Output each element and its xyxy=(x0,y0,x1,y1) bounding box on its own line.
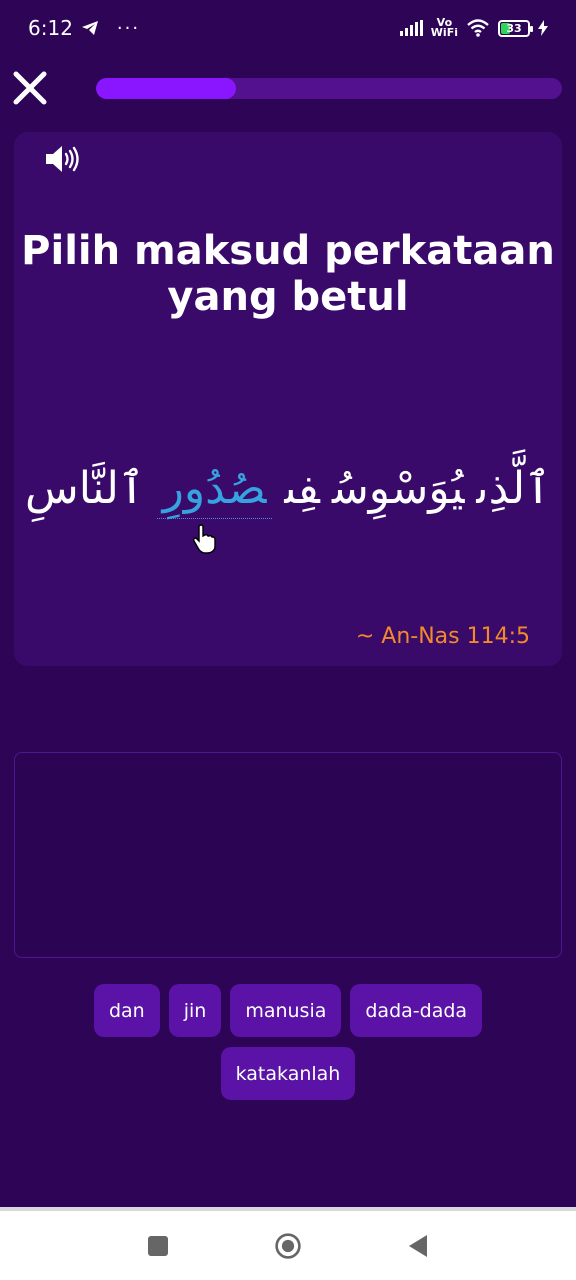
square-icon xyxy=(148,1235,168,1256)
word-choices: dan jin manusia dada-dada katakanlah xyxy=(0,984,576,1100)
word-choice-chip[interactable]: dan xyxy=(93,984,160,1037)
status-left: 6:12 ··· xyxy=(28,16,140,40)
question-prompt: Pilih maksud perkataan yang betul xyxy=(21,228,555,320)
arabic-verse: ٱلَّذِىيُوَسْوِسُ فِى صُدُورِٱلنَّاسِ xyxy=(14,454,562,524)
word-choice-chip[interactable]: dada-dada xyxy=(350,984,483,1037)
word-choice-chip[interactable]: manusia xyxy=(230,984,342,1037)
triangle-back-icon xyxy=(409,1234,427,1257)
status-time: 6:12 xyxy=(28,16,73,40)
vowifi-bottom: WiFi xyxy=(430,26,458,39)
circle-icon xyxy=(275,1232,301,1259)
highlighted-arabic-word[interactable]: صُدُورِ xyxy=(156,463,273,519)
status-bar: 6:12 ··· Vo WiFi 33 xyxy=(0,0,576,56)
nav-recents-button[interactable] xyxy=(144,1232,172,1260)
question-card: Pilih maksud perkataan yang betul ٱلَّذِ… xyxy=(14,132,562,666)
close-icon xyxy=(13,71,47,105)
arabic-word: ٱلنَّاسِ xyxy=(25,463,145,514)
status-right: Vo WiFi 33 xyxy=(399,17,548,39)
nav-back-button[interactable] xyxy=(404,1232,432,1260)
arabic-word: ٱلَّذِى xyxy=(476,463,551,514)
word-choice-chip[interactable]: jin xyxy=(168,984,222,1037)
nav-home-button[interactable] xyxy=(274,1232,302,1260)
arabic-word: فِى xyxy=(284,463,320,514)
signal-icon xyxy=(399,20,423,36)
hand-cursor-icon xyxy=(193,524,216,554)
battery-icon: 33 xyxy=(498,19,533,37)
telegram-icon xyxy=(81,21,98,35)
battery-level: 33 xyxy=(506,21,522,35)
wifi-icon xyxy=(467,19,489,37)
verse-reference: ~ An-Nas 114:5 xyxy=(355,624,530,649)
answer-drop-area[interactable] xyxy=(14,752,562,958)
word-choice-chip[interactable]: katakanlah xyxy=(220,1047,356,1100)
arabic-word: يُوَسْوِسُ xyxy=(331,463,465,514)
close-button[interactable] xyxy=(10,66,50,110)
more-indicator: ··· xyxy=(116,17,141,39)
system-nav-bar xyxy=(0,1207,576,1280)
lesson-progress-bar xyxy=(96,78,562,99)
lesson-progress-fill xyxy=(96,78,236,99)
speaker-icon xyxy=(46,146,79,172)
bolt-icon xyxy=(538,20,548,36)
vowifi-indicator: Vo WiFi xyxy=(430,17,458,39)
play-audio-button[interactable] xyxy=(44,144,84,176)
